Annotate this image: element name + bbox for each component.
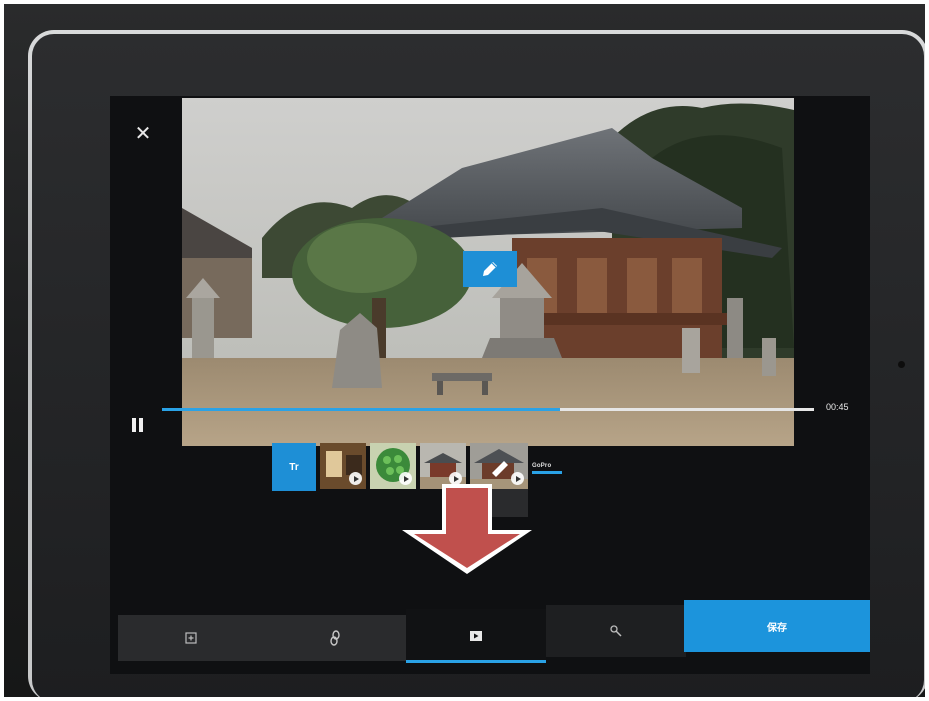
edit-pencil-button[interactable] bbox=[463, 251, 517, 287]
pause-icon[interactable] bbox=[132, 418, 144, 432]
save-button[interactable]: 保存 bbox=[684, 600, 870, 652]
bottom-tab-bar: 保存 bbox=[118, 600, 870, 663]
clip-1[interactable] bbox=[320, 443, 366, 489]
tab-selected-indicator bbox=[406, 660, 546, 663]
end-card-bar bbox=[532, 470, 562, 474]
annotation-down-arrow bbox=[402, 484, 532, 574]
add-clip-icon bbox=[185, 632, 197, 644]
wrench-icon bbox=[610, 625, 622, 637]
pencil-icon bbox=[483, 262, 497, 276]
scrubber-track[interactable] bbox=[162, 408, 814, 411]
close-icon[interactable]: ✕ bbox=[132, 123, 154, 145]
app-screen: ✕ 00:45 Tr GoPro 保存 bbox=[110, 96, 870, 674]
tab-add-clip[interactable] bbox=[118, 615, 264, 661]
photo-background: ✕ 00:45 Tr GoPro 保存 bbox=[4, 4, 925, 697]
tab-tools[interactable] bbox=[546, 605, 686, 657]
title-card-button[interactable]: Tr bbox=[272, 443, 316, 491]
tablet-camera bbox=[898, 361, 905, 368]
tab-link[interactable] bbox=[264, 615, 406, 661]
link-icon bbox=[330, 630, 340, 646]
play-icon bbox=[349, 472, 362, 485]
media-icon bbox=[470, 631, 482, 641]
tab-media[interactable] bbox=[406, 609, 546, 663]
scrubber-progress bbox=[162, 408, 560, 411]
gopro-end-card[interactable]: GoPro bbox=[532, 457, 566, 479]
elapsed-time: 00:45 bbox=[826, 402, 849, 412]
end-card-logo: GoPro bbox=[532, 462, 552, 469]
